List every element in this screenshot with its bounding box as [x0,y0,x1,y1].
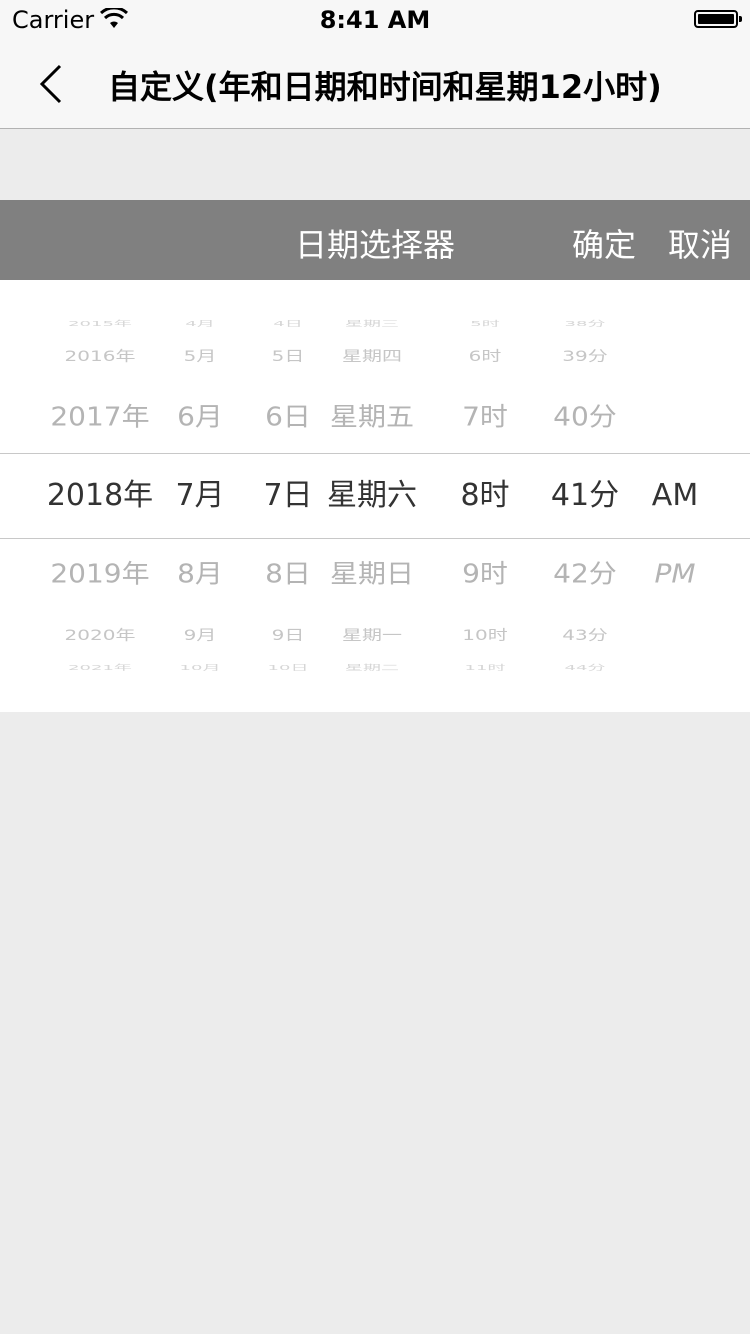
day-cell: 8日 [265,558,311,589]
hour-cell: 11时 [464,663,506,672]
ampm-cell: AM [651,478,699,513]
hour-cell: 6时 [468,347,502,365]
month-cell: 10月 [179,663,221,672]
minute-cell: 44分 [564,663,606,672]
page-title: 自定义(年和日期和时间和星期12小时) [108,68,662,106]
picker-row[interactable]: 2017年 6月 6日 星期五 7时 40分 [0,387,750,447]
battery-icon [694,10,742,28]
status-time: 8:41 AM [319,6,431,34]
confirm-button[interactable]: 确定 [572,220,636,266]
weekday-cell: 星期六 [327,478,417,513]
day-cell: 7日 [263,478,313,513]
month-cell: 6月 [177,401,223,432]
month-cell: 5月 [183,347,217,365]
picker-selection-divider-top [0,453,750,454]
navigation-bar: 自定义(年和日期和时间和星期12小时) [0,40,750,129]
hour-cell: 8时 [460,478,510,513]
weekday-cell: 星期二 [345,663,399,672]
picker-row[interactable]: 2019年 8月 8日 星期日 9时 42分 PM [0,544,750,604]
picker-row[interactable]: 2021年 10月 10日 星期二 11时 44分 [0,638,750,698]
hour-cell: 7时 [462,401,508,432]
minute-cell: 41分 [550,478,620,513]
picker-toolbar: 日期选择器 确定 取消 [0,200,750,280]
year-cell: 2019年 [50,558,150,589]
weekday-cell: 星期五 [329,401,414,432]
minute-cell: 42分 [553,558,617,589]
cancel-button[interactable]: 取消 [668,220,732,266]
minute-cell: 40分 [553,401,617,432]
month-cell: 8月 [177,558,223,589]
picker-row-selected[interactable]: 2018年 7月 7日 星期六 8时 41分 AM [0,466,750,526]
hour-cell: 9时 [462,558,508,589]
day-cell: 6日 [265,401,311,432]
weekday-cell: 星期日 [329,558,414,589]
day-cell: 10日 [267,663,309,672]
status-bar: Carrier 8:41 AM [0,0,750,40]
back-chevron-icon[interactable] [34,62,74,106]
minute-cell: 39分 [562,347,608,365]
year-cell: 2018年 [46,478,154,513]
ampm-cell: PM [654,558,696,589]
month-cell: 7月 [175,478,225,513]
picker-title: 日期选择器 [294,226,455,264]
year-cell: 2016年 [64,347,136,365]
day-cell: 5日 [271,347,305,365]
date-time-picker[interactable]: 2015年 4月 4日 星期三 5时 38分 2016年 5月 5日 星期四 6… [0,280,750,712]
year-cell: 2017年 [50,401,150,432]
weekday-cell: 星期四 [342,347,402,365]
picker-row[interactable]: 2016年 5月 5日 星期四 6时 39分 [0,326,750,386]
year-cell: 2021年 [68,663,132,672]
picker-selection-divider-bottom [0,538,750,539]
